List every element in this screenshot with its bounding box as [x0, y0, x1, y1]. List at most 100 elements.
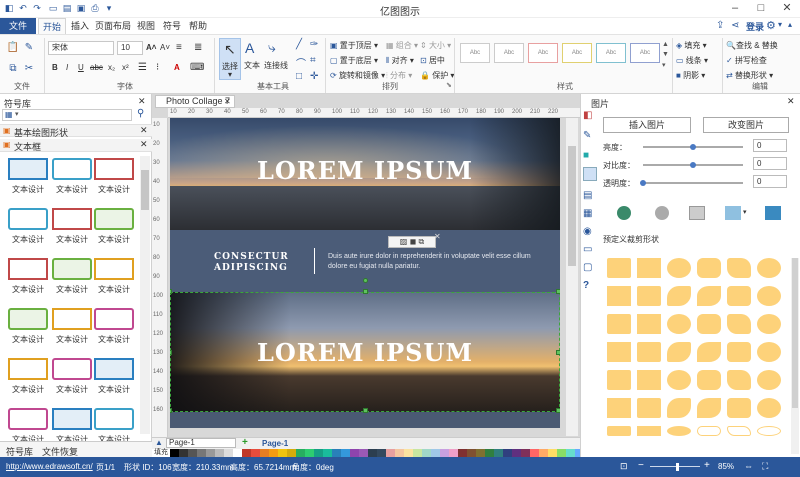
- page-select[interactable]: Page-1: [166, 438, 236, 448]
- color-swatch[interactable]: [359, 449, 368, 457]
- fill-icon[interactable]: ◼: [410, 237, 417, 246]
- text-tool-label[interactable]: 文本: [244, 60, 260, 71]
- color-swatch[interactable]: [557, 449, 566, 457]
- clip-shape[interactable]: [607, 258, 631, 278]
- clip-shape[interactable]: [607, 370, 631, 390]
- bold-icon[interactable]: B: [52, 63, 58, 72]
- italic-icon[interactable]: I: [66, 63, 68, 72]
- resize-handle[interactable]: [363, 408, 368, 413]
- clip-shape[interactable]: [667, 398, 691, 418]
- change-shape-button[interactable]: ⇄ 替换形状 ▾: [726, 70, 773, 81]
- color-swatch[interactable]: [341, 449, 350, 457]
- brightness-slider-knob[interactable]: [690, 144, 696, 150]
- resize-handle[interactable]: [363, 289, 368, 294]
- clip-shape[interactable]: [727, 258, 751, 278]
- color-swatch[interactable]: [485, 449, 494, 457]
- effect-frame-icon[interactable]: [689, 206, 705, 220]
- document-icon[interactable]: ▭: [583, 244, 592, 255]
- globe-icon[interactable]: ◉: [583, 226, 592, 237]
- share-link-icon[interactable]: ⋖: [731, 20, 739, 31]
- color-swatch[interactable]: [512, 449, 521, 457]
- color-swatch[interactable]: [332, 449, 341, 457]
- dropdown-icon[interactable]: ▾: [743, 208, 747, 216]
- resize-handle[interactable]: [556, 350, 560, 355]
- clip-shape[interactable]: [697, 370, 721, 390]
- page-tab[interactable]: Page-1: [262, 439, 288, 448]
- resize-handle[interactable]: [170, 289, 172, 294]
- find-replace-button[interactable]: 🔍查找 & 替换: [726, 40, 778, 51]
- print-icon[interactable]: ⎙: [90, 3, 100, 13]
- canvas-scrollbar[interactable]: [566, 118, 578, 436]
- text-design-item[interactable]: 文本设计: [8, 258, 48, 302]
- transparency-slider[interactable]: [643, 182, 743, 184]
- color-swatch[interactable]: [386, 449, 395, 457]
- font-color-icon[interactable]: A: [174, 63, 180, 72]
- crop-tool-icon[interactable]: ⌗: [310, 55, 316, 66]
- toolbar-close-icon[interactable]: ✕: [434, 232, 441, 241]
- tab-page-layout[interactable]: 页面布局: [94, 18, 132, 34]
- clip-shape[interactable]: [637, 370, 661, 390]
- style-preset-3[interactable]: Abc: [528, 43, 558, 63]
- change-image-button[interactable]: 改变图片: [703, 117, 789, 133]
- clip-scrollbar[interactable]: [791, 258, 799, 454]
- collapse-ribbon-icon[interactable]: ▴: [788, 20, 792, 29]
- line-button[interactable]: ▭ 线条 ▾: [676, 55, 708, 66]
- effect-color-icon[interactable]: [617, 206, 631, 220]
- format-painter-icon[interactable]: ✎: [22, 40, 36, 54]
- superscript-icon[interactable]: x²: [122, 63, 129, 72]
- line-panel-icon[interactable]: ✎: [583, 130, 591, 141]
- arc-tool-icon[interactable]: ⌒: [296, 55, 306, 70]
- scrollbar-thumb[interactable]: [568, 146, 576, 266]
- text-design-item[interactable]: 文本设计: [94, 208, 134, 252]
- color-swatch[interactable]: [530, 449, 539, 457]
- comment-icon[interactable]: ▢: [583, 262, 592, 273]
- zoom-slider[interactable]: [650, 466, 700, 467]
- tab-help[interactable]: 帮助: [186, 18, 210, 34]
- clip-shape[interactable]: [607, 398, 631, 418]
- line-spacing-icon[interactable]: ≡: [176, 42, 182, 53]
- text-design-item[interactable]: 文本设计: [8, 158, 48, 202]
- clip-shape[interactable]: [757, 286, 781, 306]
- clip-shape[interactable]: [757, 426, 781, 436]
- color-swatch[interactable]: [296, 449, 305, 457]
- floating-toolbar[interactable]: ▨ ◼ ⧉: [388, 236, 436, 248]
- clip-shape[interactable]: [607, 314, 631, 334]
- text-design-item[interactable]: 文本设计: [94, 158, 134, 202]
- add-page-icon[interactable]: +: [242, 437, 248, 448]
- clip-shape[interactable]: [667, 258, 691, 278]
- clip-shape[interactable]: [727, 398, 751, 418]
- clip-shape[interactable]: [697, 342, 721, 362]
- text-design-item[interactable]: 文本设计: [94, 358, 134, 402]
- scrollbar-thumb[interactable]: [141, 170, 149, 210]
- scrollbar-thumb[interactable]: [792, 258, 798, 408]
- color-swatch[interactable]: [395, 449, 404, 457]
- photo-bottom[interactable]: LOREM IPSUM: [170, 289, 560, 413]
- clip-shape[interactable]: [667, 370, 691, 390]
- connector-tool-label[interactable]: 连接线: [264, 60, 288, 71]
- heading-top[interactable]: LOREM IPSUM: [170, 156, 560, 185]
- category-basic-shapes[interactable]: ▣ 基本绘图形状 ✕: [0, 124, 152, 138]
- layer-panel-icon[interactable]: ▦: [583, 208, 592, 219]
- style-preset-4[interactable]: Abc: [562, 43, 592, 63]
- underline-icon[interactable]: U: [78, 63, 84, 72]
- color-swatch[interactable]: [215, 449, 224, 457]
- clip-shape[interactable]: [697, 398, 721, 418]
- resize-handle[interactable]: [556, 289, 560, 294]
- color-swatch[interactable]: [179, 449, 188, 457]
- color-swatch[interactable]: [440, 449, 449, 457]
- paste-icon[interactable]: 📋: [6, 40, 20, 54]
- group-button[interactable]: ▦ 组合 ▾: [386, 40, 418, 51]
- style-preset-5[interactable]: Abc: [596, 43, 626, 63]
- clip-shape[interactable]: [637, 286, 661, 306]
- contrast-slider-knob[interactable]: [690, 162, 696, 168]
- fill-panel-icon[interactable]: ◧: [583, 110, 592, 121]
- insert-image-button[interactable]: 插入图片: [603, 117, 691, 133]
- color-swatch[interactable]: [422, 449, 431, 457]
- clip-shape[interactable]: [727, 286, 751, 306]
- login-link[interactable]: 登录: [746, 20, 764, 33]
- zoom-out-icon[interactable]: −: [638, 460, 644, 471]
- color-swatch[interactable]: [431, 449, 440, 457]
- color-swatch[interactable]: [548, 449, 557, 457]
- clip-shape[interactable]: [607, 426, 631, 436]
- close-icon[interactable]: ✕: [140, 125, 148, 136]
